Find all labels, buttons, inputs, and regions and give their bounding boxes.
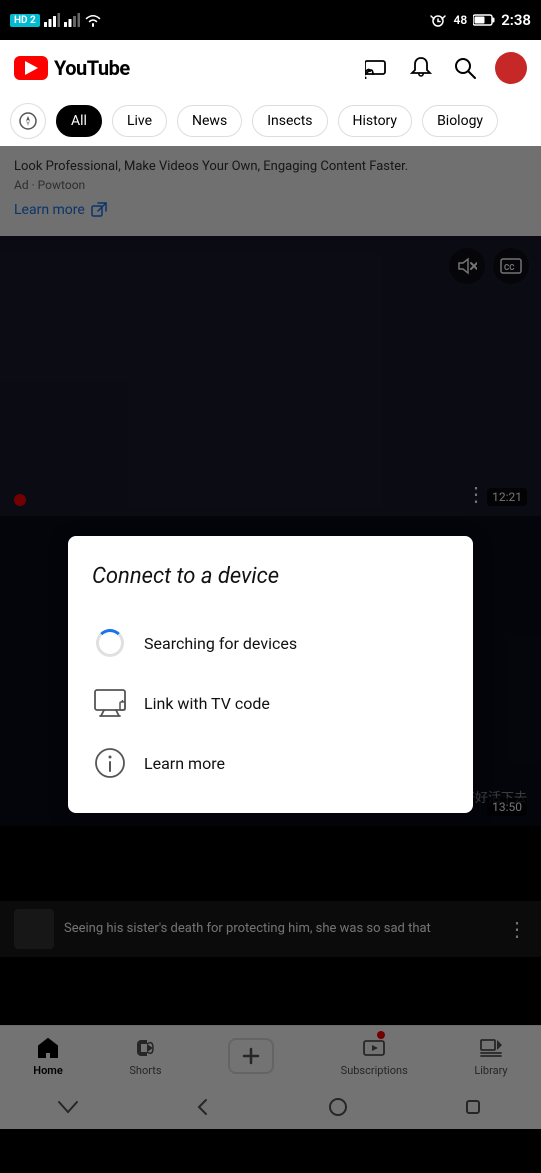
- info-circle-icon: [94, 747, 126, 779]
- link-tv-code-item[interactable]: Link with TV code: [92, 673, 449, 733]
- header-actions: [363, 52, 527, 84]
- alarm-icon: [429, 13, 447, 27]
- searching-for-devices-item[interactable]: Searching for devices: [92, 613, 449, 673]
- chip-insects[interactable]: Insects: [252, 105, 327, 137]
- modal-title: Connect to a device: [92, 564, 449, 589]
- status-bar: HD 2 48: [0, 0, 541, 40]
- chip-news[interactable]: News: [177, 105, 242, 137]
- battery-icon: [473, 14, 495, 26]
- yt-logo-icon: [14, 56, 48, 80]
- spinner-icon: [92, 625, 128, 661]
- chip-biology[interactable]: Biology: [422, 105, 498, 137]
- tv-icon: [92, 685, 128, 721]
- yt-logo-text: YouTube: [54, 56, 130, 80]
- main-content: Look Professional, Make Videos Your Own,…: [0, 146, 541, 1129]
- tv-code-label: Link with TV code: [144, 694, 270, 713]
- searching-label: Searching for devices: [144, 634, 297, 653]
- profile-avatar[interactable]: [495, 52, 527, 84]
- connect-to-device-modal: Connect to a device Searching for device…: [68, 536, 473, 813]
- signal-icon-2: [64, 13, 80, 27]
- notifications-button[interactable]: [407, 54, 435, 82]
- search-icon: [454, 57, 476, 79]
- signal-icon-1: [44, 13, 60, 27]
- learn-more-item[interactable]: Learn more: [92, 733, 449, 793]
- time: 2:38: [501, 11, 531, 29]
- chip-all[interactable]: All: [56, 105, 102, 137]
- cast-button[interactable]: [363, 54, 391, 82]
- youtube-logo: YouTube: [14, 56, 130, 80]
- battery-level: 48: [453, 13, 467, 27]
- wifi-icon: [84, 13, 102, 27]
- search-button[interactable]: [451, 54, 479, 82]
- filter-bar: All Live News Insects History Biology: [0, 96, 541, 146]
- hd-badge: HD 2: [10, 14, 40, 27]
- youtube-header: YouTube: [0, 40, 541, 96]
- chip-live[interactable]: Live: [112, 105, 167, 137]
- status-right: 48 2:38: [429, 11, 531, 29]
- explore-chip[interactable]: [10, 103, 46, 139]
- cast-icon: [365, 57, 389, 79]
- tv-code-icon: [93, 688, 127, 718]
- bell-icon: [410, 56, 432, 80]
- learn-more-label: Learn more: [144, 754, 225, 773]
- status-left: HD 2: [10, 13, 102, 27]
- compass-icon: [19, 112, 37, 130]
- info-icon: [92, 745, 128, 781]
- chip-history[interactable]: History: [338, 105, 413, 137]
